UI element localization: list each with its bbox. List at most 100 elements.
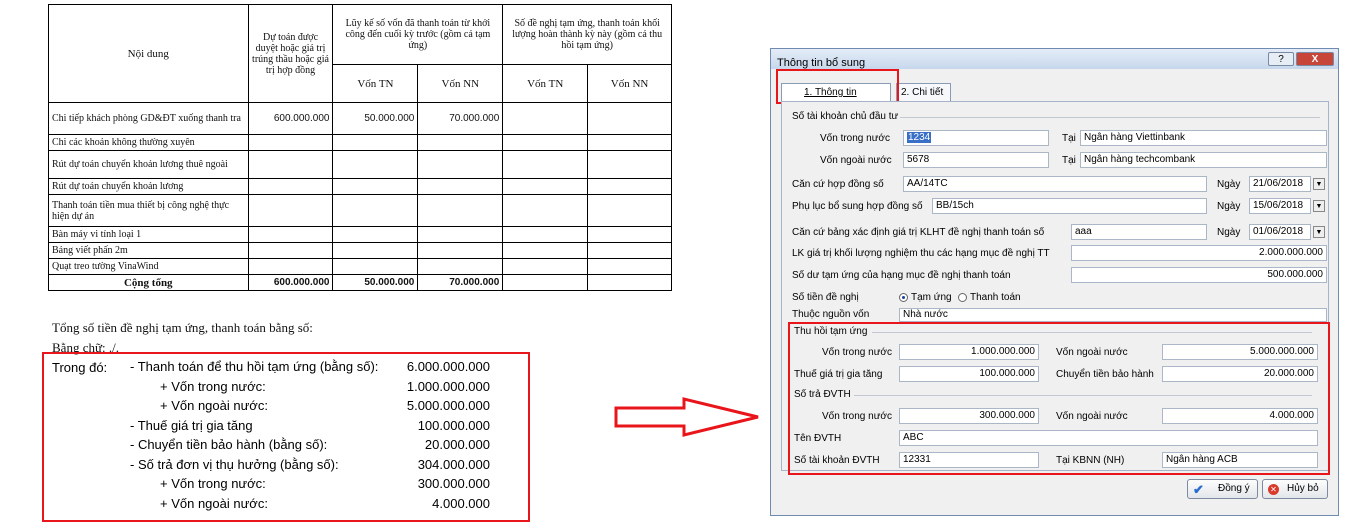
row-request-tn [502,178,589,195]
radio-payment-label: Thanh toán [970,292,1021,303]
row-label: Rút dự toán chuyển khoản lương thuê ngoà… [48,150,249,179]
unit-name-label: Tên ĐVTH [794,433,842,444]
pay-foreign-input[interactable]: 4.000.000 [1162,408,1318,424]
klht-number-input[interactable]: aaa [1071,224,1207,240]
row-request-nn [587,242,672,259]
general-panel: Số tài khoản chủ đầu tư Vốn trong nước 1… [781,101,1330,475]
row-label: Rút dự toán chuyển khoản lương [48,178,249,195]
tab-detail[interactable]: 2. Chi tiết [896,83,951,101]
row-request-tn [502,242,589,259]
breakdown-item-label: - Thuế giá trị gia tăng [130,417,253,433]
radio-advance[interactable] [899,293,908,302]
close-button[interactable]: X [1296,52,1334,66]
row-nn [417,150,504,179]
at-label: Tại [1062,133,1076,144]
help-button[interactable]: ? [1268,52,1294,66]
table-row: Bảng viết phấn 2m [48,242,672,259]
header-von-nn: Vốn NN [587,64,672,103]
breakdown-item-label: - Chuyển tiền bảo hành (bằng số): [130,437,328,452]
cancel-icon: ✕ [1268,484,1279,495]
row-nn [417,226,504,243]
table-row: Rút dự toán chuyển khoản lương [48,178,672,195]
header-content: Nội dung [48,4,249,103]
right-arrow-icon [614,397,759,437]
row-approved [247,150,334,179]
breakdown-item-label: + Vốn ngoài nước: [160,398,268,413]
breakdown-item-value: 304.000.000 [417,456,490,472]
breakdown-item-label: - Thanh toán để thu hồi tạm ứng (bằng số… [130,359,379,374]
row-approved [247,242,334,259]
row-request-nn [587,258,672,275]
klht-date-input[interactable]: 01/06/2018 [1249,224,1311,240]
row-label: Quạt treo tường VinaWind [48,258,249,275]
domestic-account-input[interactable]: 1234 [903,130,1049,146]
kbnn-label: Tại KBNN (NH) [1056,455,1125,466]
row-label: Thanh toán tiền mua thiết bị công nghệ t… [48,194,249,227]
chevron-down-icon[interactable]: ▼ [1313,226,1325,238]
table-row: Thanh toán tiền mua thiết bị công nghệ t… [48,194,672,227]
kbnn-input[interactable]: Ngân hàng ACB [1162,452,1318,468]
radio-payment[interactable] [958,293,967,302]
row-request-nn [587,134,672,151]
breakdown-item-value: 5.000.000.000 [406,398,490,413]
request-amount-label: Số tiền đề nghị [792,292,859,303]
table-row: Chi các khoản không thường xuyên [48,134,672,151]
ok-button-label: Đồng ý [1218,483,1250,494]
header-von-tn: Vốn TN [332,64,419,103]
header-von-nn: Vốn NN [417,64,504,103]
dialog-titlebar: Thông tin bổ sung ? X [771,49,1338,69]
row-tn [332,134,419,151]
vat-input[interactable]: 100.000.000 [899,366,1039,382]
cancel-button[interactable]: ✕ Hủy bỏ [1262,479,1328,499]
row-request-nn [587,226,672,243]
checkmark-icon: ✔ [1193,482,1204,497]
rec-foreign-input[interactable]: 5.000.000.000 [1162,344,1318,360]
row-label: Chi tiếp khách phòng GD&ĐT xuống thanh t… [48,102,249,135]
advance-balance-input[interactable]: 500.000.000 [1071,267,1327,283]
appendix-number-input[interactable]: BB/15ch [932,198,1207,214]
row-approved [247,194,334,227]
rec-domestic-input[interactable]: 1.000.000.000 [899,344,1039,360]
row-request-nn [587,150,672,179]
date-label: Ngày [1217,179,1241,190]
table-row: Chi tiếp khách phòng GD&ĐT xuống thanh t… [48,102,672,135]
ok-button[interactable]: ✔ Đồng ý [1187,479,1258,499]
breakdown-item-value: 100.000.000 [417,417,490,433]
lk-value-input[interactable]: 2.000.000.000 [1071,245,1327,261]
pay-domestic-input[interactable]: 300.000.000 [899,408,1039,424]
row-request-nn [587,102,672,135]
foreign-account-input[interactable]: 5678 [903,152,1049,168]
domestic-bank-input[interactable]: Ngân hàng Viettinbank [1080,130,1327,146]
appendix-label: Phụ lục bổ sung hợp đồng số [792,201,923,212]
unit-name-input[interactable]: ABC [899,430,1318,446]
chevron-down-icon[interactable]: ▼ [1313,200,1325,212]
total-approved: 600.000.000 [247,274,334,291]
breakdown-item-label: + Vốn trong nước: [160,378,266,394]
advance-balance-label: Số dư tạm ứng của hạng mục đề nghị thanh… [792,270,1011,281]
row-request-nn [587,178,672,195]
row-approved: 600.000.000 [247,102,334,135]
pay-domestic-label: Vốn trong nước [822,411,892,422]
row-approved [247,226,334,243]
contract-number-input[interactable]: AA/14TC [903,176,1207,192]
chevron-down-icon[interactable]: ▼ [1313,178,1325,190]
row-request-tn [502,150,589,179]
row-approved [247,258,334,275]
appendix-date-input[interactable]: 15/06/2018 [1249,198,1311,214]
row-tn [332,194,419,227]
date-label: Ngày [1217,201,1241,212]
domestic-label: Vốn trong nước [820,133,890,144]
source-input[interactable]: Nhà nước [899,308,1327,322]
additional-info-dialog: Thông tin bổ sung ? X 1. Thông tin chung… [770,48,1339,516]
warranty-input[interactable]: 20.000.000 [1162,366,1318,382]
breakdown-item-value: 20.000.000 [424,437,490,452]
row-tn [332,242,419,259]
source-label: Thuộc nguồn vốn [792,309,870,320]
unit-account-input[interactable]: 12331 [899,452,1039,468]
pay-foreign-label: Vốn ngoài nước [1056,411,1128,422]
foreign-bank-input[interactable]: Ngân hàng techcombank [1080,152,1327,168]
radio-advance-label: Tạm ứng [911,292,952,303]
breakdown-item-label: - Số trả đơn vị thụ hưởng (bằng số): [130,456,339,472]
contract-date-input[interactable]: 21/06/2018 [1249,176,1311,192]
row-request-tn [502,134,589,151]
